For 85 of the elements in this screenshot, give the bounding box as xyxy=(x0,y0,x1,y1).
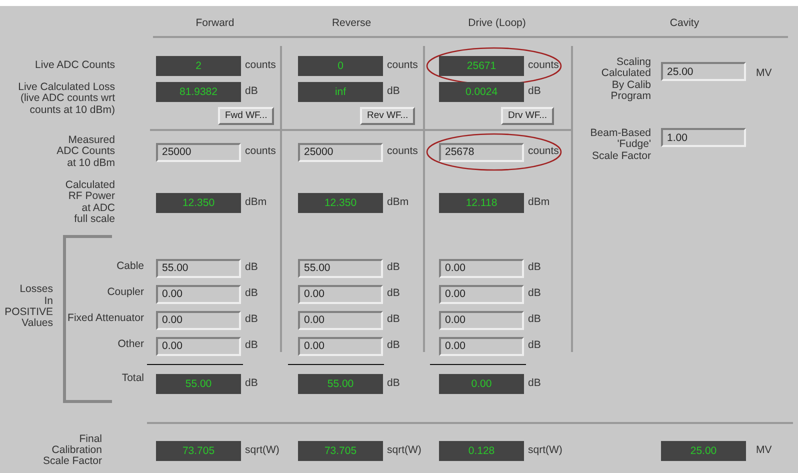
input-field[interactable]: 25000 xyxy=(156,142,241,162)
column-heading: Cavity xyxy=(668,16,700,28)
cavity-label: Beam-Based 'Fudge' Scale Factor xyxy=(589,128,651,162)
unit-label: counts xyxy=(528,144,559,160)
unit-label: dB xyxy=(245,338,258,354)
cavity-label: Scaling Calculated By Calib Program xyxy=(600,57,651,102)
row-label: Fixed Attenuator xyxy=(68,311,145,324)
unit-label: counts xyxy=(245,144,276,160)
unit-label: dB xyxy=(387,260,400,276)
unit-label: counts xyxy=(387,58,418,74)
input-field[interactable]: 25.00 xyxy=(661,62,746,81)
unit-label: dB xyxy=(528,376,541,392)
unit-label: dB xyxy=(528,84,541,100)
unit-label: dB xyxy=(387,312,400,328)
unit-label: MV xyxy=(756,442,772,458)
readout-display: 12.118 xyxy=(439,192,524,212)
input-field[interactable]: 0.00 xyxy=(298,310,383,330)
readout-display: 0.0024 xyxy=(439,82,524,102)
input-field[interactable]: 25678 xyxy=(439,142,524,162)
unit-label: dB xyxy=(387,376,400,392)
readout-display: 25671 xyxy=(439,56,524,76)
unit-label: dB xyxy=(387,338,400,354)
readout-display: 0.00 xyxy=(439,374,524,394)
unit-label: dBm xyxy=(245,194,267,210)
row-label: Live Calculated Loss (live ADC counts wrt counts at 10 dBm) xyxy=(17,80,116,116)
unit-label: dB xyxy=(387,84,400,100)
unit-label: dB xyxy=(528,338,541,354)
unit-label: dB xyxy=(387,286,400,302)
row-label: Live ADC Counts xyxy=(34,60,116,72)
unit-label: sqrt(W) xyxy=(387,442,422,458)
input-field[interactable]: 0.00 xyxy=(156,284,241,304)
unit-label: dB xyxy=(245,286,258,302)
input-field[interactable]: 55.00 xyxy=(156,258,241,278)
input-field[interactable]: 25000 xyxy=(298,142,383,162)
input-field[interactable]: 0.00 xyxy=(298,336,383,356)
group-label: Losses In POSITIVE Values xyxy=(4,284,53,330)
unit-label: counts xyxy=(387,144,418,160)
readout-display: 73.705 xyxy=(298,440,383,460)
input-field[interactable]: 0.00 xyxy=(439,284,524,304)
input-field[interactable]: 0.00 xyxy=(439,258,524,278)
unit-label: dB xyxy=(528,260,541,276)
waveform-button[interactable]: Drv WF... xyxy=(501,106,554,124)
row-label: Other xyxy=(118,337,145,350)
readout-display: 25.00 xyxy=(661,440,746,460)
waveform-button[interactable]: Rev WF... xyxy=(360,106,416,124)
readout-display: inf xyxy=(298,82,383,102)
readout-display: 12.350 xyxy=(156,192,241,212)
unit-label: dB xyxy=(245,84,258,100)
input-field[interactable]: 0.00 xyxy=(439,310,524,330)
readout-display: 73.705 xyxy=(156,440,241,460)
unit-label: counts xyxy=(245,58,276,74)
readout-display: 81.9382 xyxy=(156,82,241,102)
unit-label: sqrt(W) xyxy=(245,442,280,458)
unit-label: dB xyxy=(245,260,258,276)
input-field[interactable]: 0.00 xyxy=(156,310,241,330)
row-label: Coupler xyxy=(107,285,145,298)
row-label: Total xyxy=(122,371,145,384)
input-field[interactable]: 0.00 xyxy=(439,336,524,356)
unit-label: sqrt(W) xyxy=(528,442,562,458)
readout-display: 0 xyxy=(298,56,383,76)
unit-label: dBm xyxy=(387,194,409,210)
input-field[interactable]: 0.00 xyxy=(298,284,383,304)
input-field[interactable]: 1.00 xyxy=(661,128,746,147)
input-field[interactable]: 55.00 xyxy=(298,258,383,278)
unit-label: dBm xyxy=(528,194,550,210)
unit-label: dB xyxy=(528,312,541,328)
readout-display: 0.128 xyxy=(439,440,524,460)
row-label: Calculated RF Power at ADC full scale xyxy=(64,180,116,226)
unit-label: dB xyxy=(528,286,541,302)
readout-display: 2 xyxy=(156,56,241,76)
unit-label: dB xyxy=(245,376,258,392)
column-heading: Forward xyxy=(194,16,236,28)
waveform-button[interactable]: Fwd WF... xyxy=(218,106,274,124)
readout-display: 12.350 xyxy=(298,192,383,212)
row-label: Measured ADC Counts at 10 dBm xyxy=(56,135,116,169)
column-heading: Reverse xyxy=(330,16,372,28)
unit-label: counts xyxy=(528,58,559,74)
unit-label: dB xyxy=(245,312,258,328)
row-label: Cable xyxy=(116,259,145,272)
input-field[interactable]: 0.00 xyxy=(156,336,241,356)
readout-display: 55.00 xyxy=(298,374,383,394)
unit-label: MV xyxy=(756,66,772,81)
row-label: Final Calibration Scale Factor xyxy=(42,434,103,468)
readout-display: 55.00 xyxy=(156,374,241,394)
column-heading: Drive (Loop) xyxy=(467,16,527,28)
